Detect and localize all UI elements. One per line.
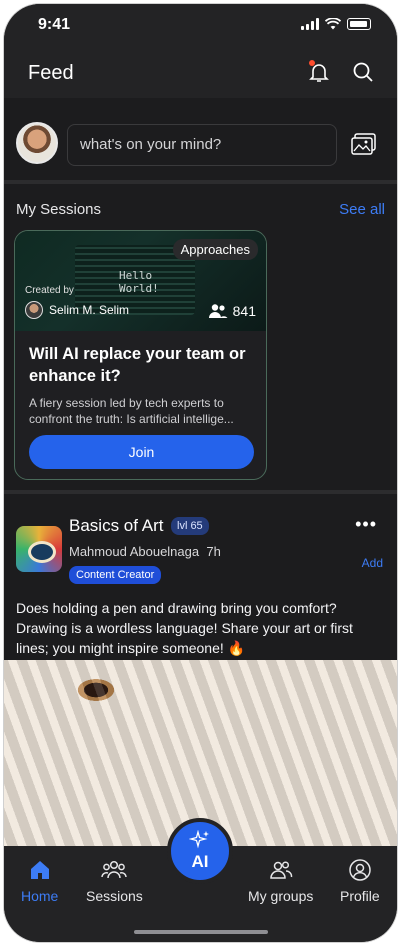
profile-icon [349, 859, 371, 881]
status-bar: 9:41 [4, 4, 397, 48]
level-badge: lvl 65 [171, 517, 209, 535]
creator-name: Selim M. Selim [49, 303, 130, 317]
session-card[interactable]: Hello World! Approaches Created by Selim… [14, 230, 267, 480]
post-input[interactable]: what's on your mind? [67, 124, 337, 166]
signal-icon [301, 18, 319, 30]
app-header: Feed [4, 48, 397, 98]
page-title: Feed [28, 62, 74, 84]
wifi-icon [325, 18, 341, 30]
role-badge: Content Creator [69, 566, 162, 584]
add-button[interactable]: Add [362, 556, 383, 570]
session-description: A fiery session led by tech experts to c… [29, 396, 234, 426]
section-title: My Sessions [16, 201, 102, 218]
home-icon [30, 861, 49, 879]
creator-avatar [25, 301, 43, 319]
post-text: Does holding a pen and drawing bring you… [16, 600, 353, 656]
battery-icon [347, 18, 371, 30]
nav-home[interactable]: Home [21, 858, 58, 904]
group-name[interactable]: Basics of Art [69, 516, 163, 536]
status-time: 9:41 [38, 16, 71, 33]
nav-my-groups[interactable]: My groups [248, 858, 313, 904]
groups-icon [269, 861, 292, 879]
more-options-button[interactable]: ••• [355, 514, 377, 535]
add-photo-button[interactable] [351, 132, 377, 156]
post-time: 7h [206, 544, 221, 559]
phone-frame: 9:41 Feed what's on your mind? My Sessio… [4, 4, 397, 942]
notifications-button[interactable] [307, 60, 331, 84]
notification-dot [309, 60, 315, 66]
member-count: 841 [208, 303, 256, 319]
cover-text: Hello World! [119, 269, 159, 295]
post-author: Mahmoud Abouelnaga 7h [69, 544, 221, 559]
my-sessions-section: My Sessions See all Hello World! Approac… [4, 188, 397, 494]
session-card-next[interactable] [276, 230, 397, 480]
nav-profile[interactable]: Profile [340, 858, 380, 904]
join-button[interactable]: Join [29, 435, 254, 469]
sparkles-icon [189, 830, 209, 849]
sessions-icon [101, 860, 128, 879]
session-creator[interactable]: Selim M. Selim [25, 301, 129, 319]
avatar[interactable] [16, 122, 58, 164]
see-all-link[interactable]: See all [339, 201, 385, 218]
group-avatar[interactable] [16, 526, 62, 572]
created-by-label: Created by [25, 285, 74, 296]
ai-label: AI [191, 852, 209, 871]
post-composer: what's on your mind? [4, 98, 397, 184]
feed-post: Basics of Art lvl 65 ••• Mahmoud Aboueln… [4, 498, 397, 860]
session-tag: Approaches [172, 239, 258, 260]
session-title: Will AI replace your team or enhance it? [29, 345, 246, 385]
nav-sessions[interactable]: Sessions [86, 858, 143, 904]
home-indicator [134, 930, 268, 934]
ai-button[interactable]: AI [167, 818, 233, 884]
image-icon [351, 133, 376, 155]
search-button[interactable] [351, 60, 375, 84]
status-icons [301, 18, 371, 30]
users-icon [208, 304, 228, 318]
search-icon [353, 62, 373, 82]
